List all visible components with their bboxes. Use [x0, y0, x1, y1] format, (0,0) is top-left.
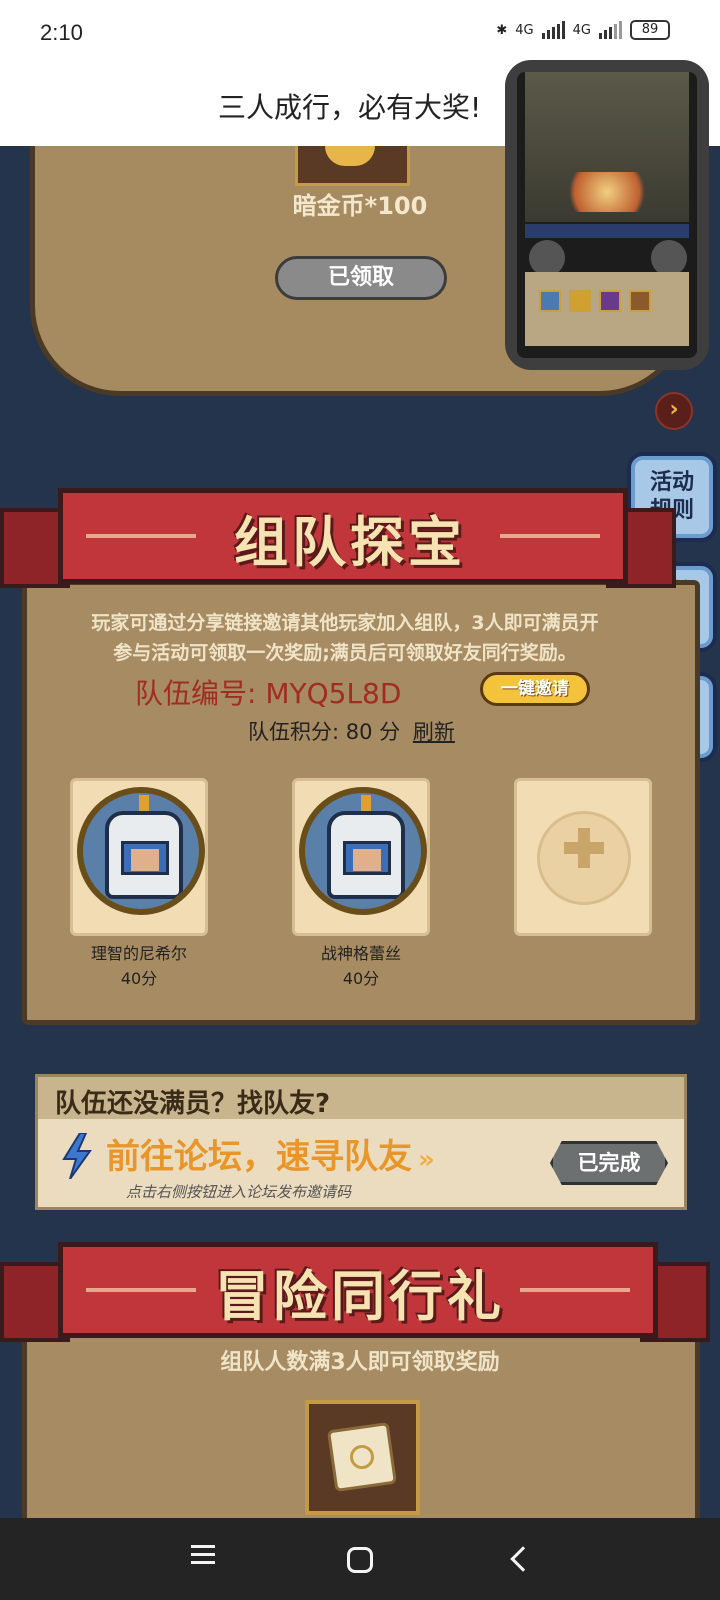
pip-skill-slot	[629, 290, 651, 312]
pip-window[interactable]	[505, 60, 709, 370]
pip-info-bar	[525, 224, 689, 238]
navigation-bar	[0, 1518, 720, 1600]
team-id-value: MYQ5L8D	[265, 677, 402, 710]
member-score: 40分	[342, 969, 380, 988]
done-button[interactable]: 已完成	[550, 1141, 668, 1185]
add-member-slot[interactable]	[514, 778, 652, 936]
claimed-button[interactable]: 已领取	[275, 256, 447, 300]
member-card	[70, 778, 208, 936]
avatar-face	[131, 849, 159, 871]
find-team-title: 队伍还没满员？找队友?	[55, 1089, 331, 1119]
pip-orb-right	[651, 240, 687, 276]
find-team-main-text: 前往论坛，速寻队友	[106, 1137, 412, 1177]
find-team-box: 队伍还没满员？找队友? 前往论坛，速寻队友» 点击右侧按钮进入论坛发布邀请码 已…	[35, 1074, 687, 1210]
coin-reward-label: 暗金币*100	[292, 192, 428, 220]
bluetooth-icon: ✱	[496, 22, 508, 38]
avatar-face	[353, 849, 381, 871]
find-team-header: 队伍还没满员？找队友?	[38, 1077, 684, 1119]
signal-icon	[541, 21, 565, 39]
pip-skill-slot	[599, 290, 621, 312]
lightning-icon	[62, 1133, 92, 1179]
pip-battle-effect	[557, 172, 657, 212]
pip-game-screen	[517, 72, 697, 358]
member-name: 理智的尼希尔	[90, 944, 187, 963]
scroll-emblem	[348, 1443, 376, 1471]
find-team-link[interactable]: 前往论坛，速寻队友»	[106, 1129, 435, 1178]
team-score-label: 队伍积分:	[248, 720, 340, 744]
pip-orb-left	[529, 240, 565, 276]
home-icon[interactable]	[347, 1547, 373, 1573]
status-icons: ✱ 4G 4G 89	[496, 20, 670, 40]
avatar	[77, 787, 205, 915]
avatar	[299, 787, 427, 915]
back-icon[interactable]	[510, 1546, 536, 1572]
pip-skill-slot	[539, 290, 561, 312]
battery-icon: 89	[630, 20, 670, 40]
team-score-value: 80 分	[345, 720, 401, 744]
scroll-reward-frame	[305, 1400, 420, 1515]
signal-icon-2	[599, 21, 622, 39]
invite-button[interactable]: 一键邀请	[480, 672, 590, 706]
team-id: 队伍编号: MYQ5L8D	[135, 672, 401, 712]
member-card	[292, 778, 430, 936]
team-description-line2: 参与活动可领取一次奖励;满员后可领取好友同行奖励。	[113, 642, 577, 664]
network-label-1: 4G	[515, 22, 534, 38]
team-id-label: 队伍编号:	[135, 677, 257, 710]
team-section-title: 组队探宝	[234, 511, 466, 574]
adventure-description: 组队人数满3人即可领取奖励	[220, 1350, 500, 1375]
chevron-right-icon[interactable]: ›	[655, 392, 693, 430]
scroll-icon	[326, 1421, 398, 1493]
refresh-link[interactable]: 刷新	[413, 720, 455, 744]
page-title: 三人成行，必有大奖!	[218, 91, 482, 124]
status-time: 2:10	[40, 20, 83, 45]
member-name: 战神格蕾丝	[320, 944, 401, 963]
pip-skill-slot	[569, 290, 591, 312]
plus-icon	[564, 828, 604, 868]
member-score: 40分	[120, 969, 158, 988]
network-label-2: 4G	[572, 22, 591, 38]
team-description: 玩家可通过分享链接邀请其他玩家加入组队，3人即可满员开 参与活动可领取一次奖励;…	[55, 608, 635, 668]
menu-icon[interactable]	[183, 1540, 223, 1580]
status-bar: 2:10 ✱ 4G 4G 89	[0, 0, 720, 66]
team-score: 队伍积分: 80 分 刷新	[248, 716, 455, 746]
adventure-section-title: 冒险同行礼	[215, 1265, 505, 1328]
find-team-subtext: 点击右侧按钮进入论坛发布邀请码	[126, 1183, 352, 1201]
double-chevron-icon: »	[418, 1145, 435, 1175]
team-description-line1: 玩家可通过分享链接邀请其他玩家加入组队，3人即可满员开	[91, 612, 599, 634]
